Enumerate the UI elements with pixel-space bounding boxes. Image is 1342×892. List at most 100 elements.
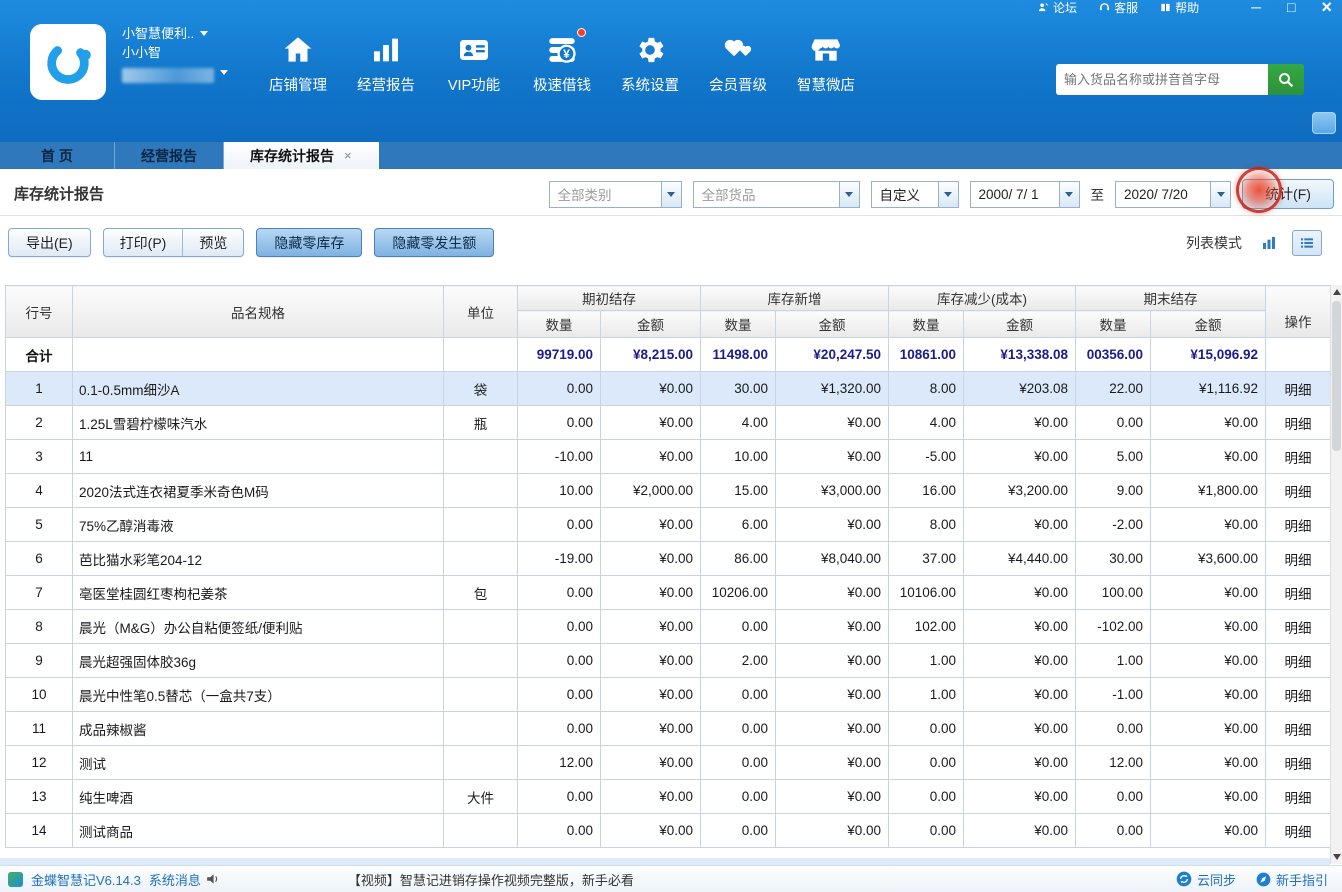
detail-link[interactable]: 明细	[1285, 519, 1312, 534]
total-value: 11498.00	[701, 338, 776, 372]
product-name-cell: 测试商品	[73, 814, 444, 848]
product-name-cell: 2020法式连衣裙夏季米奇色M码	[73, 474, 444, 508]
close-button[interactable]: ×	[1321, 0, 1332, 14]
guide-icon	[1256, 872, 1271, 887]
value-cell: 8.00	[889, 372, 964, 406]
list-view-button[interactable]	[1292, 230, 1322, 256]
minimize-button[interactable]: ─	[1251, 0, 1261, 14]
detail-link[interactable]: 明细	[1285, 485, 1312, 500]
nav-item-business-report[interactable]: 经营报告	[350, 28, 422, 95]
news-ticker[interactable]: 【视频】智慧记进销存操作视频完整版，新手必看	[348, 870, 634, 889]
support-label: 客服	[1114, 0, 1138, 16]
table-row[interactable]: 9晨光超强固体胶36g0.00¥0.002.00¥0.001.00¥0.001.…	[6, 644, 1331, 678]
goods-select[interactable]: 全部货品	[693, 181, 860, 208]
horizontal-scroll-strip[interactable]	[0, 858, 1330, 865]
preview-button[interactable]: 预览	[182, 229, 243, 256]
support-link[interactable]: 客服	[1099, 0, 1138, 16]
table-row[interactable]: 6芭比猫水彩笔204-12-19.00¥0.0086.00¥8,040.0037…	[6, 542, 1331, 576]
date-to-picker[interactable]: 2020/ 7/20	[1115, 181, 1231, 208]
table-row[interactable]: 10.1-0.5mm细沙A袋0.00¥0.0030.00¥1,320.008.0…	[6, 372, 1331, 406]
detail-link[interactable]: 明细	[1285, 689, 1312, 704]
detail-link[interactable]: 明细	[1285, 825, 1312, 840]
scroll-up-icon[interactable]	[1331, 285, 1342, 299]
table-row[interactable]: 7亳医堂桂圆红枣枸杞姜茶包0.00¥0.0010206.00¥0.0010106…	[6, 576, 1331, 610]
vertical-scrollbar[interactable]	[1330, 285, 1342, 864]
table-row[interactable]: 311-10.00¥0.0010.00¥0.00-5.00¥0.005.00¥0…	[6, 440, 1331, 474]
nav-label: 会员晋级	[702, 74, 774, 95]
table-row[interactable]: 21.25L雪碧柠檬味汽水瓶0.00¥0.004.00¥0.004.00¥0.0…	[6, 406, 1331, 440]
table-row[interactable]: 14测试商品0.00¥0.000.00¥0.000.00¥0.000.00¥0.…	[6, 814, 1331, 848]
nav-item-member-upgrade[interactable]: 会员晋级	[702, 28, 774, 95]
nav-item-loan[interactable]: ¥ 极速借钱	[526, 28, 598, 95]
unit-cell	[444, 814, 518, 848]
system-message-link[interactable]: 系统消息	[149, 870, 220, 889]
table-row[interactable]: 10晨光中性笔0.5替芯（一盒共7支）0.00¥0.000.00¥0.001.0…	[6, 678, 1331, 712]
export-button[interactable]: 导出(E)	[8, 228, 91, 257]
detail-link[interactable]: 明细	[1285, 417, 1312, 432]
account-row[interactable]	[122, 62, 228, 83]
nav-item-micro-store[interactable]: 智慧微店	[790, 28, 862, 95]
table-row[interactable]: 8晨光（M&G）办公自粘便签纸/便利贴0.00¥0.000.00¥0.00102…	[6, 610, 1331, 644]
hide-zero-amount-button[interactable]: 隐藏零发生额	[374, 228, 494, 257]
chevron-down-icon	[661, 182, 681, 207]
detail-link[interactable]: 明细	[1285, 587, 1312, 602]
tab-business-report[interactable]: 经营报告	[115, 142, 224, 169]
table-row[interactable]: 575%乙醇消毒液0.00¥0.006.00¥0.008.00¥0.00-2.0…	[6, 508, 1331, 542]
value-cell: ¥0.00	[776, 814, 889, 848]
value-cell: 10.00	[701, 440, 776, 474]
maximize-button[interactable]: □	[1287, 0, 1295, 14]
shop-name-row[interactable]: 小智慧便利..	[122, 24, 228, 43]
chart-view-icon	[1261, 235, 1277, 251]
category-select[interactable]: 全部类别	[549, 181, 682, 208]
value-cell: ¥0.00	[1151, 712, 1266, 746]
hide-zero-stock-button[interactable]: 隐藏零库存	[256, 228, 362, 257]
total-label: 合计	[6, 338, 73, 372]
detail-link[interactable]: 明细	[1285, 451, 1312, 466]
table-row[interactable]: 13纯生啤酒大件0.00¥0.000.00¥0.000.00¥0.000.00¥…	[6, 780, 1331, 814]
detail-link[interactable]: 明细	[1285, 383, 1312, 398]
scrollbar-thumb[interactable]	[1332, 301, 1341, 451]
table-row[interactable]: 11成品辣椒酱0.00¥0.000.00¥0.000.00¥0.000.00¥0…	[6, 712, 1331, 746]
nav-item-store-management[interactable]: 店铺管理	[262, 28, 334, 95]
forum-link[interactable]: 论坛	[1038, 0, 1077, 16]
value-cell: ¥0.00	[776, 746, 889, 780]
nav-item-settings[interactable]: 系统设置	[614, 28, 686, 95]
table-row[interactable]: 42020法式连衣裙夏季米奇色M码10.00¥2,000.0015.00¥3,0…	[6, 474, 1331, 508]
value-cell: ¥0.00	[1151, 440, 1266, 474]
detail-link[interactable]: 明细	[1285, 757, 1312, 772]
tab-home[interactable]: 首 页	[0, 142, 115, 169]
row-number-cell: 10	[6, 678, 73, 712]
date-from-picker[interactable]: 2000/ 7/ 1	[970, 181, 1080, 208]
tab-close-icon[interactable]: ×	[344, 148, 352, 163]
table-row[interactable]: 12测试12.00¥0.000.00¥0.000.00¥0.0012.00¥0.…	[6, 746, 1331, 780]
system-message-label: 系统消息	[149, 870, 201, 889]
detail-link[interactable]: 明细	[1285, 621, 1312, 636]
date-range-select[interactable]: 自定义	[871, 181, 959, 208]
value-cell: ¥0.00	[1151, 508, 1266, 542]
detail-link[interactable]: 明细	[1285, 723, 1312, 738]
statistics-button[interactable]: 统计(F)	[1242, 179, 1334, 209]
detail-link[interactable]: 明细	[1285, 791, 1312, 806]
header-corner-icon[interactable]	[1312, 112, 1336, 134]
nav-item-vip[interactable]: VIP功能	[438, 28, 510, 95]
value-cell: 0.00	[701, 678, 776, 712]
print-button[interactable]: 打印(P)	[104, 229, 183, 256]
detail-link[interactable]: 明细	[1285, 553, 1312, 568]
search-button[interactable]	[1268, 64, 1304, 95]
search-input[interactable]	[1056, 64, 1268, 95]
tab-inventory-report[interactable]: 库存统计报告 ×	[224, 142, 379, 169]
money-icon: ¥	[526, 28, 598, 72]
cloud-sync-button[interactable]: 云同步	[1176, 870, 1236, 889]
value-cell: ¥0.00	[776, 508, 889, 542]
action-cell: 明细	[1266, 406, 1331, 440]
value-cell: ¥0.00	[601, 780, 701, 814]
tab-label: 库存统计报告	[250, 146, 334, 166]
help-link[interactable]: 帮助	[1160, 0, 1199, 16]
detail-link[interactable]: 明细	[1285, 655, 1312, 670]
chart-view-button[interactable]	[1254, 230, 1284, 256]
beginner-guide-button[interactable]: 新手指引	[1256, 870, 1328, 889]
app-logo-swirl-icon	[40, 34, 96, 90]
value-cell: -10.00	[518, 440, 601, 474]
scroll-down-icon[interactable]	[1331, 850, 1342, 864]
value-cell: 10206.00	[701, 576, 776, 610]
